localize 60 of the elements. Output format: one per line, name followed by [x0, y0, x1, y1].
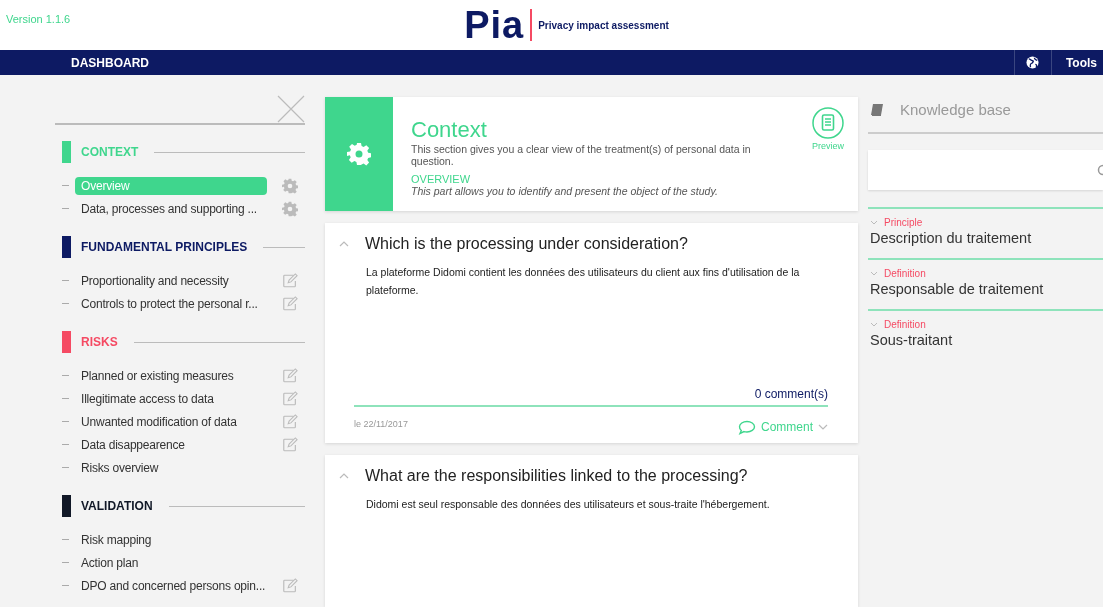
dashboard-link[interactable]: DASHBOARD	[71, 55, 1014, 70]
edit-icon[interactable]	[282, 436, 298, 453]
edit-icon[interactable]	[282, 367, 298, 384]
globe-icon[interactable]	[1026, 56, 1040, 69]
section-heading: CONTEXT	[81, 145, 139, 159]
section-title: Context	[411, 117, 488, 143]
sidebar-item[interactable]: Risk mapping	[75, 530, 267, 549]
sidebar-item[interactable]: Proportionality and necessity	[75, 271, 267, 290]
chevron-down-icon[interactable]	[870, 220, 878, 225]
section-heading: VALIDATION	[81, 499, 153, 513]
chevron-down-icon[interactable]	[870, 271, 878, 276]
entry-title[interactable]: Responsable de traitement	[870, 281, 1103, 297]
section-heading: RISKS	[81, 335, 118, 349]
chevron-down-icon	[818, 424, 828, 430]
sidebar-item[interactable]: Data disappearence	[75, 435, 267, 454]
edit-icon[interactable]	[282, 390, 298, 407]
sidebar-item[interactable]: Action plan	[75, 553, 267, 572]
search-icon[interactable]	[1097, 164, 1103, 176]
date-label: le 22/11/2017	[354, 419, 408, 429]
close-icon[interactable]	[277, 95, 305, 123]
speech-bubble-icon	[738, 419, 756, 435]
sidebar-item[interactable]: Data, processes and supporting ...	[75, 199, 267, 218]
logo-tagline: Privacy impact assessment	[538, 19, 669, 31]
entry-category: Definition	[884, 319, 926, 330]
entry-category: Definition	[884, 268, 926, 279]
answer-text: La plateforme Didomi contient les données des utilisateurs du client aux fins d'utilisation de la plateforme.	[366, 265, 801, 298]
entry-title[interactable]: Sous-traitant	[870, 332, 1103, 348]
sidebar-item[interactable]: Controls to protect the personal r...	[75, 294, 267, 313]
book-icon	[870, 102, 884, 117]
tools-menu[interactable]: Tools	[1050, 50, 1103, 75]
sidebar-item[interactable]: DPO and concerned persons opin...	[75, 576, 272, 595]
gear-icon[interactable]	[282, 200, 298, 217]
comments-count: 0 comment(s)	[754, 387, 828, 401]
document-icon[interactable]	[812, 107, 844, 139]
question-title: What are the responsibilities linked to the processing?	[365, 467, 748, 485]
entry-title[interactable]: Description du traitement	[870, 230, 1103, 246]
section-heading: FUNDAMENTAL PRINCIPLES	[81, 240, 248, 254]
chevron-down-icon[interactable]	[870, 322, 878, 327]
gear-icon	[347, 142, 371, 166]
section-description: This section gives you a clear view of the treatment(s) of personal data in question.	[411, 143, 752, 167]
collapse-icon[interactable]	[339, 473, 349, 479]
sidebar-item[interactable]: Planned or existing measures	[75, 366, 267, 385]
search-field[interactable]	[868, 150, 1103, 190]
entry-category: Principle	[884, 217, 923, 228]
knowledge-base-title: Knowledge base	[900, 101, 1011, 118]
version-label: Version 1.1.6	[6, 13, 71, 25]
answer-text: Didomi est seul responsable des données des utilisateurs et sous-traite l'hébergement.	[366, 497, 771, 512]
subsection-title: OVERVIEW	[411, 173, 472, 185]
edit-icon[interactable]	[282, 413, 298, 430]
gear-icon[interactable]	[282, 177, 298, 194]
collapse-icon[interactable]	[339, 241, 349, 247]
subsection-description: This part allows you to identify and present the object of the study.	[411, 185, 719, 197]
edit-icon[interactable]	[282, 577, 298, 594]
sidebar-item[interactable]: Risks overview	[75, 458, 267, 477]
sidebar-item[interactable]: Unwanted modification of data	[75, 412, 267, 431]
edit-icon[interactable]	[282, 295, 298, 312]
edit-icon[interactable]	[282, 272, 298, 289]
sidebar-item[interactable]: Illegitimate access to data	[75, 389, 267, 408]
question-title: Which is the processing under consideration?	[365, 235, 688, 253]
logo: Pia	[464, 6, 525, 44]
